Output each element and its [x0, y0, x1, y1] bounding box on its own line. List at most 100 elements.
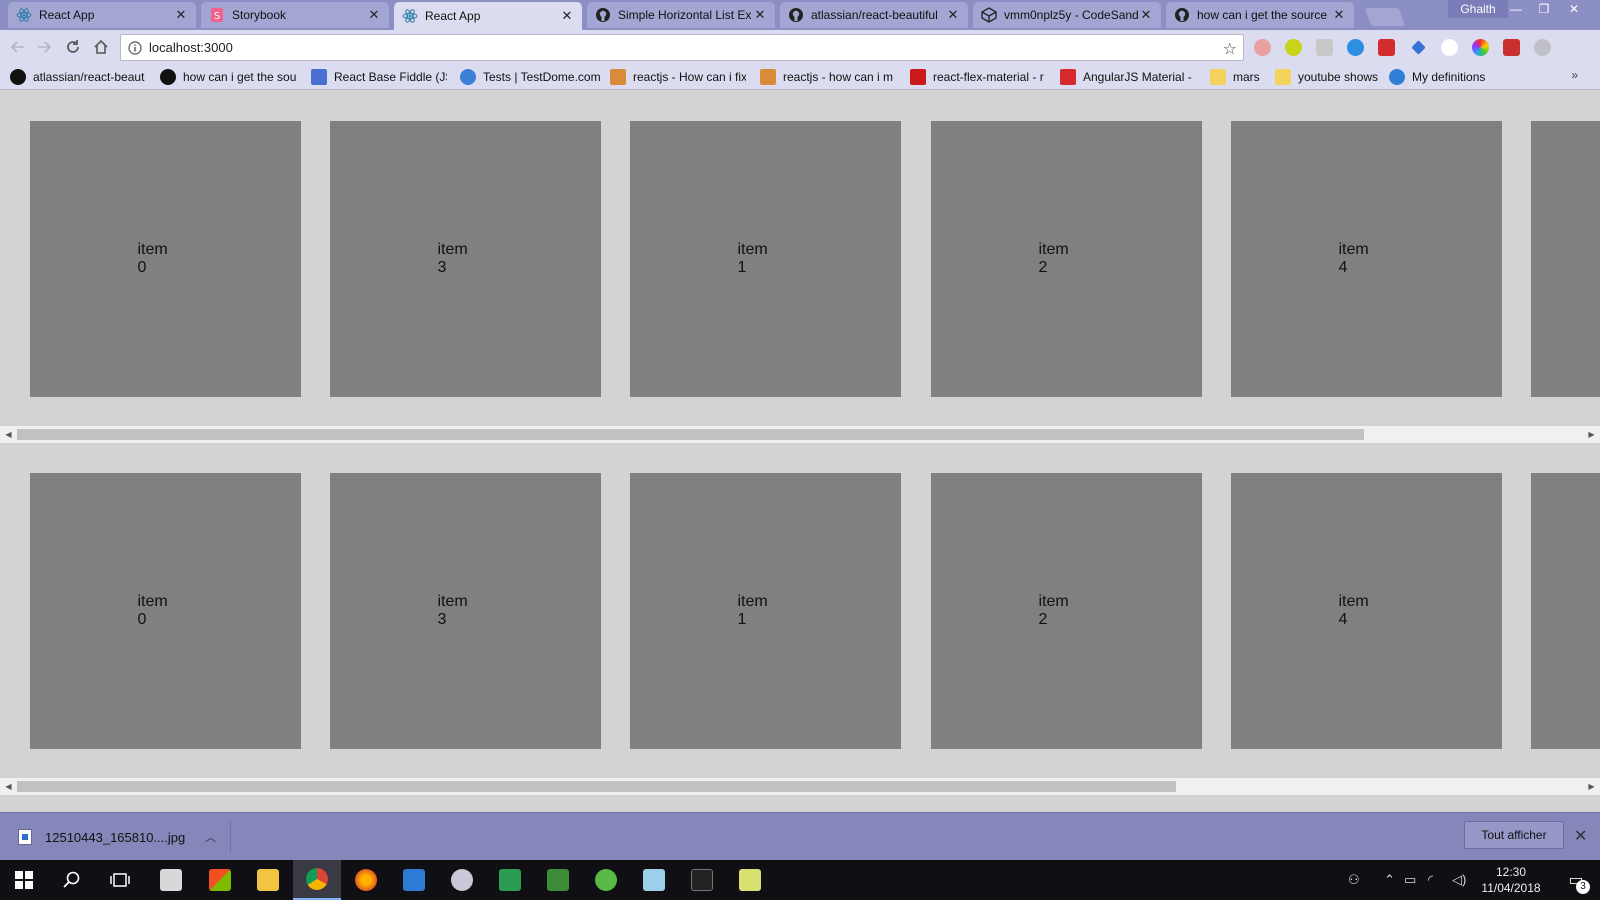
draggable-item[interactable]: item 1 [630, 473, 901, 749]
action-center-button[interactable]: ▭ 3 [1556, 860, 1596, 900]
draggable-item[interactable]: item 2 [931, 121, 1202, 397]
draggable-item[interactable]: item 3 [330, 121, 601, 397]
people-icon[interactable]: ⚇ [1348, 860, 1360, 900]
draggable-item[interactable]: item 0 [30, 121, 301, 397]
sway-icon [499, 869, 521, 891]
taskbar-app[interactable] [438, 860, 486, 900]
address-bar[interactable]: localhost:3000 ☆ [120, 34, 1244, 61]
close-icon[interactable]: ✕ [946, 8, 960, 22]
draggable-item[interactable]: item 4 [1231, 121, 1502, 397]
close-icon[interactable]: ✕ [1139, 8, 1153, 22]
info-icon[interactable] [128, 40, 142, 55]
bookmark-item[interactable]: AngularJS Material - [1060, 69, 1196, 85]
chevron-up-icon[interactable]: ︿ [205, 829, 216, 845]
taskbar-app-chrome[interactable] [293, 860, 341, 900]
show-all-downloads-button[interactable]: Tout afficher [1464, 821, 1564, 849]
extension-circle-icon[interactable] [1441, 39, 1458, 56]
extension-f-icon[interactable] [1316, 39, 1333, 56]
taskbar-app[interactable] [582, 860, 630, 900]
bookmark-item[interactable]: Tests | TestDome.com [460, 69, 600, 85]
tab-codesandbox[interactable]: vmm0nplz5y - CodeSand ✕ [973, 2, 1161, 28]
tab-how-can-i-get-the-source[interactable]: how can i get the source ✕ [1166, 2, 1354, 28]
close-icon[interactable]: ✕ [367, 8, 381, 22]
bookmarks-overflow-icon[interactable]: » [1571, 68, 1578, 82]
minimize-icon[interactable]: — [1502, 0, 1530, 18]
draggable-item-partial[interactable] [1531, 473, 1600, 749]
bookmark-item[interactable]: atlassian/react-beaut [10, 69, 150, 85]
wifi-icon[interactable]: ◜ [1428, 860, 1433, 900]
taskbar-app[interactable] [390, 860, 438, 900]
bookmark-item[interactable]: React Base Fiddle (JS [311, 69, 447, 85]
close-icon[interactable]: ✕ [753, 8, 767, 22]
bookmark-star-icon[interactable]: ☆ [1223, 39, 1237, 59]
bookmark-item[interactable]: reactjs - How can i fix [610, 69, 746, 85]
extension-plus-icon[interactable] [1285, 39, 1302, 56]
download-item[interactable]: 12510443_165810....jpg ︿ [18, 825, 216, 849]
taskbar-app[interactable] [342, 860, 390, 900]
close-icon[interactable]: ✕ [560, 9, 574, 23]
volume-icon[interactable]: ◁) [1452, 860, 1466, 900]
folder-icon [1210, 69, 1226, 85]
bookmark-item[interactable]: reactjs - how can i m [760, 69, 896, 85]
close-icon[interactable]: ✕ [1332, 8, 1346, 22]
restore-icon[interactable]: ❐ [1530, 0, 1558, 18]
close-icon[interactable]: ✕ [1574, 826, 1587, 846]
scroll-right-icon[interactable]: ▶ [1583, 778, 1600, 795]
bookmark-folder[interactable]: mars [1210, 69, 1270, 85]
extension-color-picker-icon[interactable] [1472, 39, 1489, 56]
extension-gray-icon[interactable] [1534, 39, 1551, 56]
chevron-up-icon[interactable]: ⌃ [1384, 860, 1395, 900]
taskbar-app[interactable] [147, 860, 195, 900]
horizontal-scrollbar[interactable]: ◀ ▶ [0, 778, 1600, 795]
stackoverflow-icon [610, 69, 626, 85]
battery-icon[interactable]: ▭ [1404, 860, 1416, 900]
search-button[interactable] [48, 860, 96, 900]
close-icon[interactable]: ✕ [174, 8, 188, 22]
tab-atlassian-react-beautiful[interactable]: atlassian/react-beautiful ✕ [780, 2, 968, 28]
extension-cors-icon[interactable] [1378, 39, 1395, 56]
task-view-button[interactable] [96, 860, 144, 900]
forward-button[interactable] [34, 37, 54, 57]
extension-messenger-icon[interactable] [1347, 39, 1364, 56]
draggable-item[interactable]: item 2 [931, 473, 1202, 749]
horizontal-scrollbar[interactable]: ◀ ▶ [0, 426, 1600, 443]
start-button[interactable] [0, 860, 48, 900]
taskbar-app[interactable] [534, 860, 582, 900]
taskbar-clock[interactable]: 12:30 11/04/2018 [1468, 864, 1554, 896]
draggable-item[interactable]: item 4 [1231, 473, 1502, 749]
bookmark-item[interactable]: react-flex-material - r [910, 69, 1046, 85]
window-close-icon[interactable]: ✕ [1560, 0, 1588, 18]
taskbar-app[interactable] [726, 860, 774, 900]
scrollbar-thumb[interactable] [17, 781, 1176, 792]
extension-diamond-icon[interactable] [1411, 40, 1426, 55]
bookmark-item[interactable]: how can i get the sou [160, 69, 300, 85]
back-button[interactable] [8, 37, 28, 57]
taskbar-app[interactable] [244, 860, 292, 900]
scroll-left-icon[interactable]: ◀ [0, 426, 17, 443]
draggable-item[interactable]: item 3 [330, 473, 601, 749]
bookmark-folder[interactable]: youtube shows [1275, 69, 1385, 85]
taskbar-app[interactable] [630, 860, 678, 900]
scrollbar-thumb[interactable] [17, 429, 1364, 440]
tab-simple-horizontal-list[interactable]: Simple Horizontal List Ex ✕ [587, 2, 775, 28]
scroll-right-icon[interactable]: ▶ [1583, 426, 1600, 443]
extension-blocker-icon[interactable] [1254, 39, 1271, 56]
reload-button[interactable] [63, 37, 83, 57]
draggable-item[interactable]: item 0 [30, 473, 301, 749]
item-number: 3 [437, 259, 447, 276]
new-tab-button[interactable] [1364, 8, 1406, 26]
profile-button[interactable]: Ghaith [1448, 0, 1508, 18]
home-button[interactable] [91, 37, 111, 57]
draggable-item-partial[interactable] [1531, 121, 1600, 397]
bookmark-label: youtube shows [1298, 70, 1379, 84]
bookmark-item[interactable]: My definitions [1389, 69, 1519, 85]
tab-storybook[interactable]: S Storybook ✕ [201, 2, 389, 28]
tab-react-app-active[interactable]: React App ✕ [394, 2, 582, 30]
tab-react-app[interactable]: React App ✕ [8, 2, 196, 28]
taskbar-app[interactable] [486, 860, 534, 900]
extension-red-icon[interactable] [1503, 39, 1520, 56]
draggable-item[interactable]: item 1 [630, 121, 901, 397]
taskbar-app[interactable] [196, 860, 244, 900]
scroll-left-icon[interactable]: ◀ [0, 778, 17, 795]
taskbar-app[interactable] [678, 860, 726, 900]
